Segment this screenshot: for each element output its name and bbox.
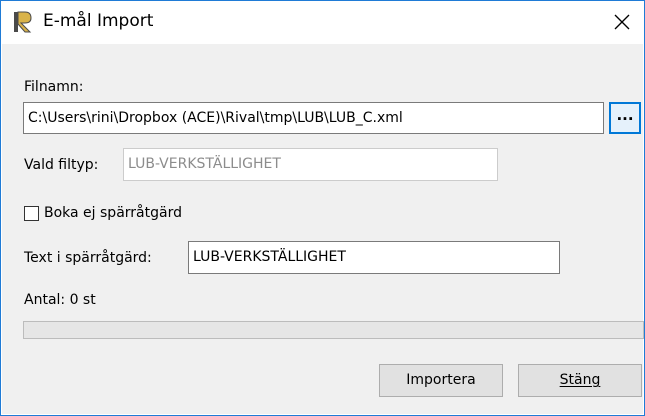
import-button[interactable]: Importera	[379, 364, 503, 397]
close-icon[interactable]	[600, 1, 644, 43]
filename-label: Filnamn:	[24, 79, 84, 95]
window-title: E-mål Import	[43, 11, 154, 31]
filetype-label: Vald filtyp:	[24, 157, 99, 173]
checkbox-label[interactable]: Boka ej spärråtgärd	[44, 205, 182, 221]
filename-input[interactable]: C:\Users\rini\Dropbox (ACE)\Rival\tmp\LU…	[23, 102, 604, 134]
no-booking-checkbox[interactable]	[24, 206, 39, 221]
dialog-body: Filnamn: C:\Users\rini\Dropbox (ACE)\Riv…	[2, 44, 644, 414]
text-label: Text i spärråtgärd:	[24, 250, 152, 266]
count-label: Antal: 0 st	[24, 292, 96, 308]
progress-bar	[23, 321, 644, 339]
browse-button[interactable]: ...	[609, 102, 641, 134]
app-logo-icon	[14, 11, 32, 33]
text-input[interactable]: LUB-VERKSTÄLLIGHET	[188, 241, 560, 274]
close-button-label: Stäng	[559, 372, 601, 388]
close-button[interactable]: Stäng	[518, 364, 642, 397]
filetype-field: LUB-VERKSTÄLLIGHET	[123, 148, 498, 181]
title-bar: E-mål Import	[1, 1, 644, 43]
import-dialog: E-mål Import Filnamn: C:\Users\rini\Drop…	[0, 0, 645, 416]
